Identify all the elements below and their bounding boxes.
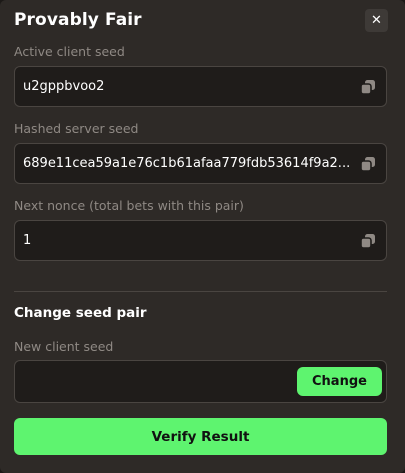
verify-result-button[interactable]: Verify Result xyxy=(14,418,387,455)
client-seed-value: u2gppbvoo2 xyxy=(23,79,105,94)
divider xyxy=(14,291,387,292)
new-client-seed-input[interactable] xyxy=(23,371,288,393)
copy-icon[interactable] xyxy=(360,233,376,249)
server-seed-value: 689e11cea59a1e76c1b61afaa779fdb53614f9a2… xyxy=(23,156,351,171)
close-icon[interactable]: ✕ xyxy=(365,9,388,32)
client-seed-label: Active client seed xyxy=(14,44,125,59)
new-client-seed-label: New client seed xyxy=(14,339,114,354)
nonce-label: Next nonce (total bets with this pair) xyxy=(14,198,244,213)
nonce-value: 1 xyxy=(23,233,32,248)
copy-icon[interactable] xyxy=(360,79,376,95)
server-seed-label: Hashed server seed xyxy=(14,121,139,136)
server-seed-field: 689e11cea59a1e76c1b61afaa779fdb53614f9a2… xyxy=(14,143,387,184)
change-seed-pair-title: Change seed pair xyxy=(14,305,147,321)
modal-title: Provably Fair xyxy=(14,10,142,30)
nonce-field: 1 xyxy=(14,220,387,261)
client-seed-field: u2gppbvoo2 xyxy=(14,66,387,107)
copy-icon[interactable] xyxy=(360,156,376,172)
new-client-seed-field: Change xyxy=(14,360,387,403)
change-button[interactable]: Change xyxy=(297,367,382,396)
provably-fair-modal: Provably Fair ✕ Active client seed u2gpp… xyxy=(0,0,405,473)
